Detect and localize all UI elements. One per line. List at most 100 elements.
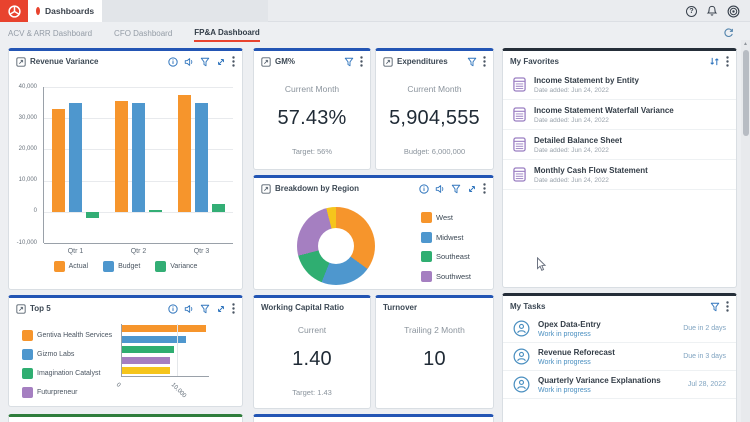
info-icon[interactable] <box>168 303 178 314</box>
legend-item[interactable]: Southeast <box>421 247 471 267</box>
bar-imagination-catalyst[interactable] <box>122 346 175 354</box>
widget-title: GM% <box>275 57 295 66</box>
legend-item[interactable]: West <box>421 208 471 228</box>
bar-variance[interactable] <box>86 211 99 219</box>
bar-variance[interactable] <box>149 210 162 212</box>
legend-item[interactable] <box>22 402 112 406</box>
top-bar: Dashboards ? <box>0 0 750 22</box>
help-icon[interactable]: ? <box>686 5 697 17</box>
kpi-value: 1.40 <box>292 348 332 370</box>
favorite-item[interactable]: Monthly Cash Flow Statement Date added: J… <box>503 160 736 190</box>
page-scrollbar[interactable]: ▲ <box>741 40 750 422</box>
report-doc-icon <box>513 107 526 122</box>
favorite-title[interactable]: Detailed Balance Sheet <box>534 136 622 145</box>
legend-item[interactable]: Budget <box>103 261 140 272</box>
narration-speaker-icon[interactable] <box>184 57 194 67</box>
legend-label: Budget <box>118 263 141 270</box>
bar-actual[interactable] <box>178 94 191 212</box>
plot-area: Qtr 1 Qtr 2 Qtr 3 <box>43 87 233 255</box>
kebab-menu-icon[interactable] <box>483 56 486 67</box>
legend-item[interactable]: Actual <box>53 261 88 272</box>
legend-swatch <box>103 261 115 272</box>
user-avatar-icon[interactable] <box>727 5 740 18</box>
legend-item[interactable]: Imagination Catalyst <box>22 364 112 383</box>
kebab-menu-icon[interactable] <box>232 56 235 67</box>
task-title[interactable]: Opex Data-Entry <box>538 320 601 329</box>
bar-actual[interactable] <box>115 101 128 212</box>
legend-item[interactable] <box>421 286 471 289</box>
expand-icon[interactable] <box>216 57 226 67</box>
task-due-date: Due in 2 days <box>683 325 726 332</box>
gridline <box>44 211 233 213</box>
kebab-menu-icon[interactable] <box>360 56 363 67</box>
favorite-title[interactable]: Monthly Cash Flow Statement <box>534 166 648 175</box>
scrollbar-thumb[interactable] <box>742 50 749 136</box>
legend-swatch <box>22 387 33 398</box>
favorite-item[interactable]: Income Statement by Entity Date added: Ju… <box>503 70 736 100</box>
bar-gentiva-health-services[interactable] <box>122 325 206 332</box>
bar-budget[interactable] <box>195 102 208 212</box>
expand-icon[interactable] <box>467 184 477 194</box>
tab-dashboards[interactable]: Dashboards <box>28 0 102 22</box>
filter-icon[interactable] <box>467 57 477 67</box>
legend-item[interactable]: Southwest <box>421 267 471 287</box>
partial-widget-green <box>8 414 243 422</box>
nav-tab-cfo[interactable]: CFO Dashboard <box>114 25 172 41</box>
region-donut-chart[interactable] <box>297 207 375 285</box>
task-title[interactable]: Quarterly Variance Explanations <box>538 376 661 385</box>
nav-tab-acv-arr[interactable]: ACV & ARR Dashboard <box>8 25 92 41</box>
widget-title: Revenue Variance <box>30 57 99 66</box>
bar-company-5[interactable] <box>122 367 170 375</box>
bar-budget[interactable] <box>132 102 145 212</box>
filter-icon[interactable] <box>710 302 720 312</box>
favorite-item[interactable]: Income Statement Waterfall Variance Date … <box>503 100 736 130</box>
legend-item[interactable]: Gentiva Health Services <box>22 326 112 345</box>
info-icon[interactable] <box>168 56 178 67</box>
y-tick-label: 40,000 <box>18 83 37 90</box>
tasks-list: Opex Data-Entry Work in progress Due in 2 … <box>503 315 736 399</box>
task-item[interactable]: Quarterly Variance Explanations Work in p… <box>503 371 736 399</box>
legend-item[interactable]: Midwest <box>421 228 471 248</box>
kebab-menu-icon[interactable] <box>232 303 235 314</box>
bar-budget[interactable] <box>68 102 82 212</box>
legend-swatch <box>22 349 33 360</box>
nav-tab-fpa[interactable]: FP&A Dashboard <box>194 24 260 42</box>
gridline <box>44 87 233 88</box>
narration-speaker-icon[interactable] <box>435 184 445 194</box>
sort-icon[interactable] <box>709 56 720 67</box>
legend-swatch <box>421 270 432 282</box>
narration-speaker-icon[interactable] <box>184 304 194 314</box>
bar-variance[interactable] <box>212 204 225 212</box>
kebab-menu-icon[interactable] <box>726 301 729 312</box>
filter-icon[interactable] <box>200 57 210 67</box>
favorite-date: Date added: Jun 24, 2022 <box>534 86 609 94</box>
scrollbar-up-arrow[interactable]: ▲ <box>741 41 750 47</box>
report-doc-icon <box>513 167 526 182</box>
brand-logo[interactable] <box>0 0 28 22</box>
filter-icon[interactable] <box>344 57 354 67</box>
legend-swatch <box>22 330 33 341</box>
legend-item[interactable]: Gizmo Labs <box>22 345 112 364</box>
task-item[interactable]: Revenue Reforecast Work in progress Due in… <box>503 343 736 371</box>
bar-futurpreneur[interactable] <box>122 356 171 364</box>
favorite-title[interactable]: Income Statement by Entity <box>534 76 639 85</box>
favorite-item[interactable]: Detailed Balance Sheet Date added: Jun 24… <box>503 130 736 160</box>
kebab-menu-icon[interactable] <box>726 56 729 67</box>
info-icon[interactable] <box>419 183 429 194</box>
legend-item[interactable]: Futurpreneur <box>22 383 112 402</box>
kebab-menu-icon[interactable] <box>483 183 486 194</box>
expand-icon[interactable] <box>216 304 226 314</box>
x-tick-label: Qtr 1 <box>67 248 84 255</box>
report-doc-icon <box>513 137 526 152</box>
revenue-variance-chart: 40,000 30,000 20,000 10,000 0 -10,000 Qtr 1 Qtr… <box>9 72 242 289</box>
dashboards-tab-label: Dashboards <box>45 6 95 16</box>
task-title[interactable]: Revenue Reforecast <box>538 348 615 357</box>
legend-item[interactable]: Variance <box>155 261 197 272</box>
bar-actual[interactable] <box>51 108 65 212</box>
notifications-bell-icon[interactable] <box>706 5 718 17</box>
filter-icon[interactable] <box>200 304 210 314</box>
filter-icon[interactable] <box>451 184 461 194</box>
favorite-title[interactable]: Income Statement Waterfall Variance <box>534 106 674 115</box>
task-item[interactable]: Opex Data-Entry Work in progress Due in 2 … <box>503 315 736 343</box>
refresh-icon[interactable] <box>723 26 734 44</box>
